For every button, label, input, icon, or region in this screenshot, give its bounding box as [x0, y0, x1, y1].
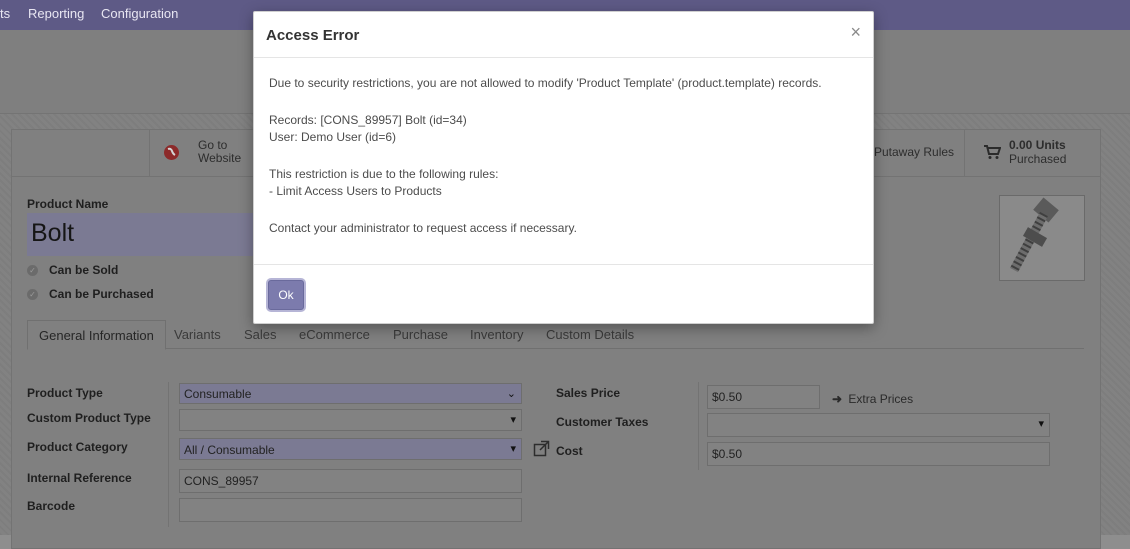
product-image[interactable] — [999, 195, 1085, 281]
column-divider — [168, 382, 169, 527]
cost-input[interactable]: $0.50 — [707, 442, 1050, 466]
rule-item: - Limit Access Users to Products — [269, 184, 442, 198]
can-be-purchased-label: Can be Purchased — [49, 287, 154, 301]
contact-admin-line: Contact your administrator to request ac… — [269, 221, 577, 235]
form-tabs: General Information Variants Sales eComm… — [27, 320, 1084, 350]
extra-prices-label: Extra Prices — [848, 392, 914, 406]
globe-icon — [164, 145, 179, 160]
purchased-label: Purchased — [1009, 152, 1067, 166]
nav-item-partial[interactable]: ts — [0, 6, 10, 21]
internal-reference-input[interactable]: CONS_89957 — [179, 469, 522, 493]
access-error-dialog: Access Error × Due to security restricti… — [253, 11, 874, 324]
dialog-footer: Ok — [254, 264, 873, 323]
putaway-rules-button[interactable]: Putaway Rules — [861, 129, 964, 177]
product-category-value: All / Consumable — [184, 443, 275, 457]
nav-configuration[interactable]: Configuration — [101, 6, 178, 21]
caret-down-icon: ▾ — [510, 414, 516, 426]
product-type-value: Consumable — [184, 387, 252, 401]
arrow-right-icon: ➜ — [832, 392, 843, 406]
product-type-label: Product Type — [27, 386, 103, 400]
custom-product-type-label: Custom Product Type — [27, 411, 151, 425]
extra-prices-link[interactable]: ➜ Extra Prices — [832, 392, 913, 406]
custom-product-type-select[interactable]: ▾ — [179, 409, 522, 431]
product-category-select[interactable]: All / Consumable ▾ — [179, 438, 522, 460]
putaway-label: Putaway Rules — [874, 145, 955, 159]
dialog-header: Access Error × — [254, 12, 873, 58]
can-be-purchased-checkbox[interactable]: ✓ — [27, 289, 38, 300]
barcode-label: Barcode — [27, 499, 76, 513]
can-be-sold-label: Can be Sold — [49, 263, 119, 277]
tab-inventory[interactable]: Inventory — [470, 327, 523, 342]
caret-down-icon: ▾ — [1038, 418, 1044, 430]
tab-sales[interactable]: Sales — [244, 327, 277, 342]
tab-variants[interactable]: Variants — [174, 327, 221, 342]
external-link-icon[interactable] — [533, 440, 550, 460]
bolt-image-icon — [1010, 197, 1059, 273]
close-icon[interactable]: × — [850, 23, 861, 41]
product-name-label: Product Name — [27, 197, 109, 211]
product-name-input[interactable]: Bolt — [27, 213, 255, 256]
can-be-sold-checkbox[interactable]: ✓ — [27, 265, 38, 276]
chevron-down-icon: ⌄ — [506, 388, 516, 400]
nav-reporting[interactable]: Reporting — [28, 6, 84, 21]
customer-taxes-label: Customer Taxes — [556, 415, 649, 429]
rules-intro: This restriction is due to the following… — [269, 167, 499, 181]
tab-custom-details[interactable]: Custom Details — [546, 327, 634, 342]
cost-label: Cost — [556, 444, 583, 458]
sales-price-label: Sales Price — [556, 386, 621, 400]
dialog-title: Access Error — [266, 27, 360, 44]
internal-reference-label: Internal Reference — [27, 471, 132, 485]
column-divider — [698, 382, 699, 470]
customer-taxes-select[interactable]: ▾ — [707, 413, 1050, 437]
purchased-button[interactable]: 0.00 Units Purchased — [964, 129, 1101, 177]
website-button[interactable]: Go to Website — [149, 129, 249, 177]
product-type-select[interactable]: Consumable ⌄ — [179, 383, 522, 404]
barcode-input[interactable] — [179, 498, 522, 522]
records-line: Records: [CONS_89957] Bolt (id=34) — [269, 113, 467, 127]
ok-button[interactable]: Ok — [268, 280, 304, 310]
product-category-label: Product Category — [27, 440, 128, 454]
cart-icon — [983, 144, 1002, 163]
tab-ecommerce[interactable]: eCommerce — [299, 327, 370, 342]
tab-purchase[interactable]: Purchase — [393, 327, 448, 342]
sales-price-input[interactable]: $0.50 — [707, 385, 820, 409]
user-line: User: Demo User (id=6) — [269, 130, 397, 144]
caret-down-icon: ▾ — [510, 443, 516, 455]
purchased-value: 0.00 Units — [1009, 138, 1066, 152]
tab-general-information[interactable]: General Information — [27, 320, 166, 350]
dialog-body: Due to security restrictions, you are no… — [269, 75, 859, 237]
website-label-2: Website — [198, 151, 242, 165]
error-message: Due to security restrictions, you are no… — [269, 76, 822, 90]
